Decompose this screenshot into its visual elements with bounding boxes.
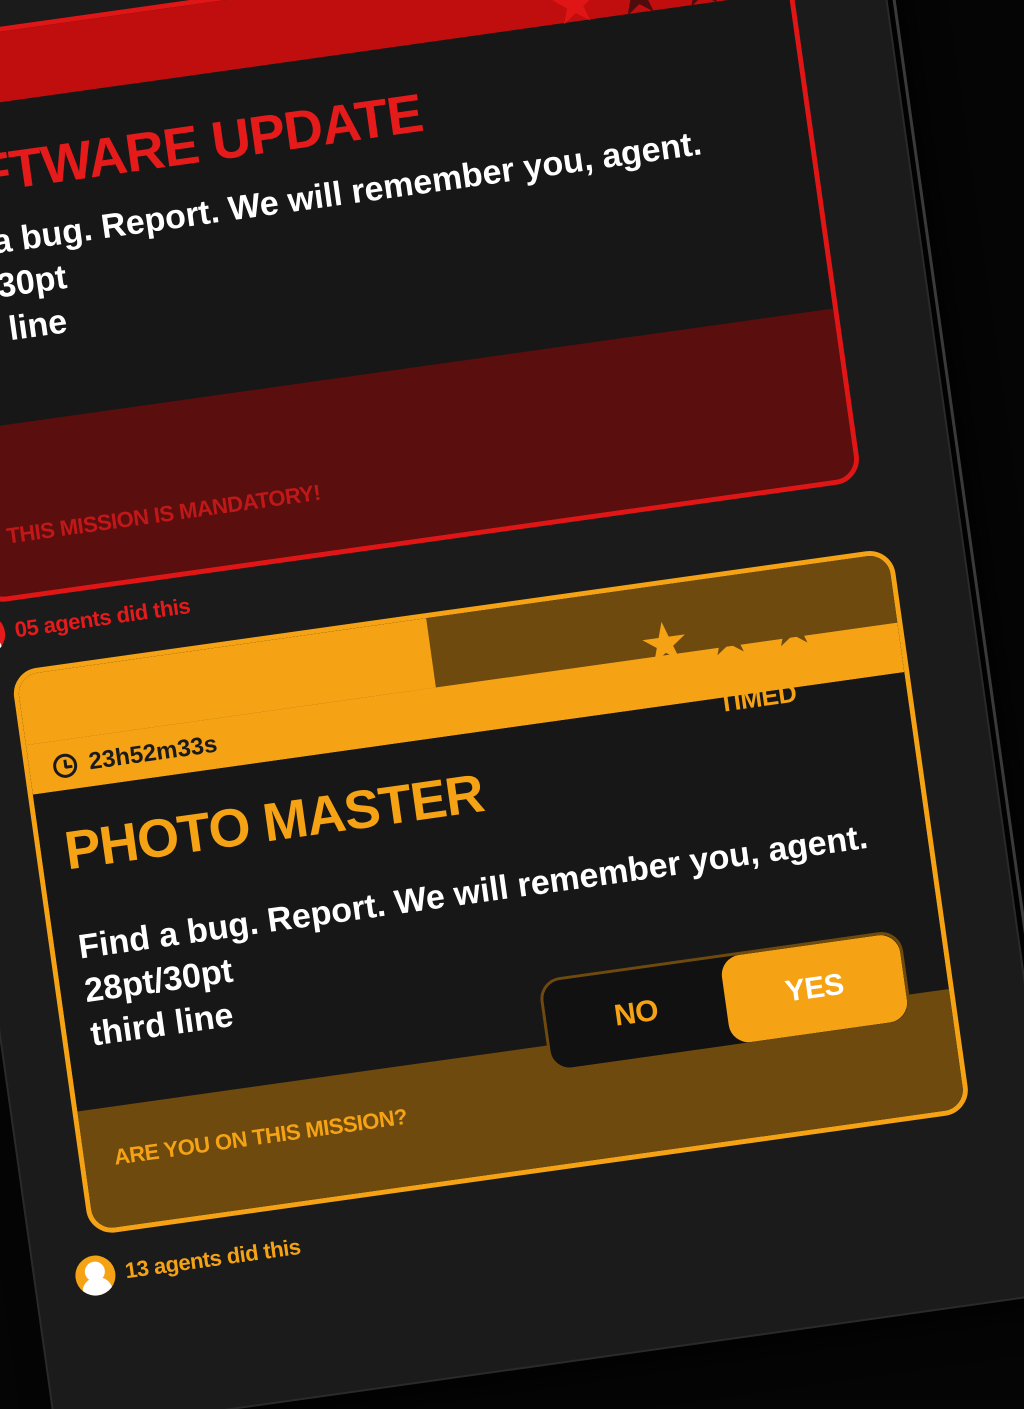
agent-avatar-icon	[0, 612, 8, 658]
star-icon: ★	[635, 608, 694, 678]
agents-count-label: 05 agents did this	[13, 593, 192, 643]
clock-icon	[51, 752, 79, 780]
mission-card-mandatory[interactable]: ★ ★ ★ SOFTWARE UPDATE Find a bug. Report…	[0, 0, 863, 605]
star-icon: ★	[609, 0, 667, 29]
agent-avatar-icon	[72, 1252, 119, 1299]
star-icon: ★	[762, 590, 821, 660]
agents-count: 13 agents did this	[72, 1227, 303, 1299]
agents-count-label: 13 agents did this	[123, 1233, 302, 1284]
star-icon: ★	[698, 599, 758, 669]
phone-screen: ★ ★ ★ SOFTWARE UPDATE Find a bug. Report…	[0, 0, 1024, 1409]
stage: ★ ★ ★ SOFTWARE UPDATE Find a bug. Report…	[0, 0, 1024, 1409]
mission-card-timed[interactable]: 23h52m33s ★ ★ ★ TIMED PHOTO MASTER Find …	[10, 547, 972, 1236]
star-icon: ★	[545, 0, 604, 38]
